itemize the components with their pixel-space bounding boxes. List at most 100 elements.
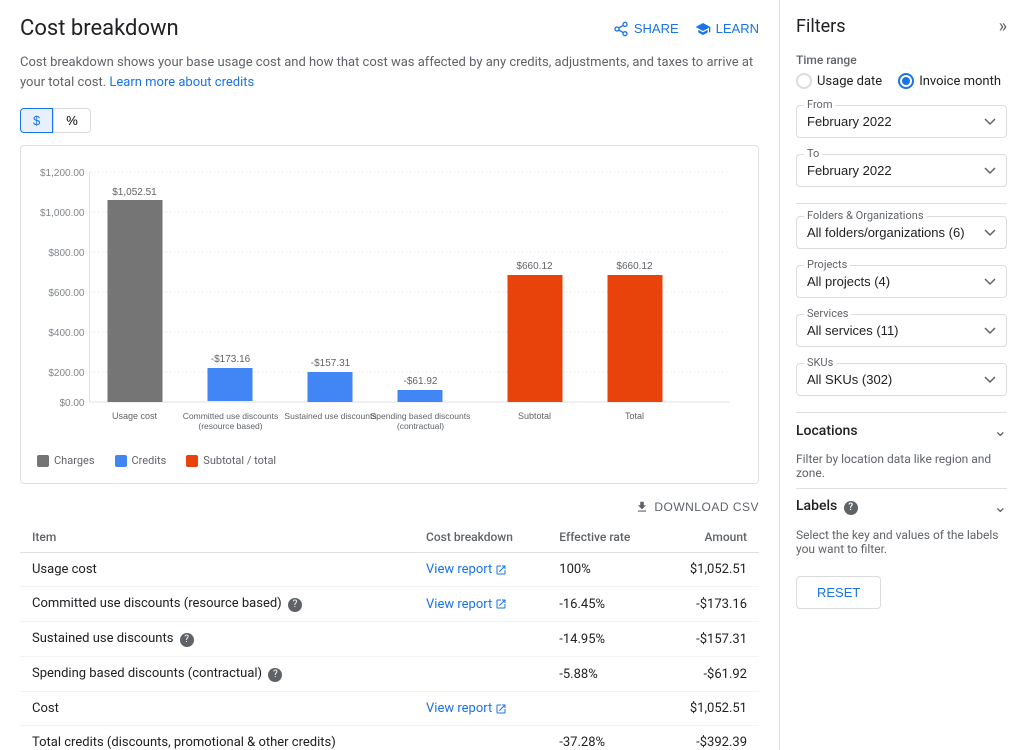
table-row: Cost View report $1,052.51 <box>20 692 759 726</box>
rate-usage-cost: 100% <box>547 553 661 587</box>
page-title: Cost breakdown <box>20 16 179 41</box>
labels-title: Labels ? <box>796 498 858 515</box>
download-label: DOWNLOAD CSV <box>654 500 759 514</box>
to-wrapper: To February 2022 <box>796 154 1007 187</box>
svg-text:$200.00: $200.00 <box>48 368 85 379</box>
learn-button[interactable]: LEARN <box>695 21 759 37</box>
locations-chevron-icon: ⌄ <box>994 421 1007 440</box>
charges-label: Charges <box>54 454 95 467</box>
filters-sidebar: Filters » Time range Usage date Invoice … <box>779 0 1023 750</box>
bar-committed <box>208 368 253 401</box>
locations-header[interactable]: Locations ⌄ <box>796 412 1007 448</box>
download-row: DOWNLOAD CSV <box>20 500 759 514</box>
svg-text:-$61.92: -$61.92 <box>404 376 438 387</box>
svg-text:Sustained use discounts: Sustained use discounts <box>284 411 376 421</box>
cb-sustained <box>414 622 547 657</box>
svg-text:$1,200.00: $1,200.00 <box>40 168 85 179</box>
amount-total-credits: -$392.39 <box>661 726 759 750</box>
item-usage-cost: Usage cost <box>20 553 414 587</box>
projects-section: Projects All projects (4) <box>796 265 1007 298</box>
view-report-link[interactable]: View report <box>426 701 535 716</box>
svg-text:-$173.16: -$173.16 <box>211 354 251 365</box>
rate-total-credits: -37.28% <box>547 726 661 750</box>
skus-section: SKUs All SKUs (302) <box>796 363 1007 396</box>
table-row: Spending based discounts (contractual) ?… <box>20 657 759 692</box>
locations-body: Filter by location data like region and … <box>796 448 1007 488</box>
subtotal-total-label: Subtotal / total <box>203 454 276 467</box>
usage-date-radio[interactable]: Usage date <box>796 73 882 89</box>
chart-container: $1,200.00 $1,000.00 $800.00 $600.00 $400… <box>20 145 759 484</box>
svg-text:$0.00: $0.00 <box>59 398 84 409</box>
cb-usage-cost: View report <box>414 553 547 587</box>
usage-date-radio-outer <box>796 73 812 89</box>
reset-section: RESET <box>796 564 1007 609</box>
from-section: From February 2022 <box>796 105 1007 138</box>
reset-button[interactable]: RESET <box>796 576 881 609</box>
bar-chart: $1,200.00 $1,000.00 $800.00 $600.00 $400… <box>37 162 742 442</box>
legend-charges: Charges <box>37 454 95 467</box>
amount-usage-cost: $1,052.51 <box>661 553 759 587</box>
svg-text:$800.00: $800.00 <box>48 248 85 259</box>
share-icon <box>613 21 629 37</box>
percent-button[interactable]: % <box>53 108 91 133</box>
cost-breakdown-table: Item Cost breakdown Effective rate Amoun… <box>20 522 759 750</box>
sidebar-title: Filters <box>796 16 846 37</box>
from-wrapper: From February 2022 <box>796 105 1007 138</box>
view-report-link[interactable]: View report <box>426 562 535 577</box>
svg-text:-$157.31: -$157.31 <box>311 358 351 369</box>
to-select[interactable]: February 2022 <box>796 154 1007 187</box>
table-row: Total credits (discounts, promotional & … <box>20 726 759 750</box>
svg-text:Spending based discounts: Spending based discounts <box>371 411 471 421</box>
collapse-sidebar-button[interactable]: » <box>999 16 1007 37</box>
external-link-icon <box>495 598 507 610</box>
folders-wrapper: Folders & Organizations All folders/orga… <box>796 216 1007 249</box>
legend-subtotal-total: Subtotal / total <box>186 454 276 467</box>
folders-label: Folders & Organizations <box>804 209 927 222</box>
item-cost: Cost <box>20 692 414 726</box>
page-header: Cost breakdown SHARE LEARN <box>20 16 759 41</box>
invoice-month-radio-inner <box>902 77 910 85</box>
item-sustained: Sustained use discounts ? <box>20 622 414 657</box>
help-icon[interactable]: ? <box>268 668 282 682</box>
dollar-button[interactable]: $ <box>20 108 53 133</box>
labels-header[interactable]: Labels ? ⌄ <box>796 488 1007 524</box>
svg-text:Total: Total <box>625 411 644 421</box>
item-total-credits: Total credits (discounts, promotional & … <box>20 726 414 750</box>
external-link-icon <box>495 564 507 576</box>
share-button[interactable]: SHARE <box>613 21 679 37</box>
bar-total <box>608 275 663 402</box>
services-section: Services All services (11) <box>796 314 1007 347</box>
amount-cost: $1,052.51 <box>661 692 759 726</box>
learn-more-link[interactable]: Learn more about credits <box>109 75 254 90</box>
view-report-link[interactable]: View report <box>426 597 535 612</box>
charges-dot <box>37 455 49 467</box>
invoice-month-radio[interactable]: Invoice month <box>898 73 1001 89</box>
help-icon[interactable]: ? <box>288 598 302 612</box>
amount-spending: -$61.92 <box>661 657 759 692</box>
locations-desc: Filter by location data like region and … <box>796 452 991 480</box>
to-section: To February 2022 <box>796 154 1007 187</box>
col-effective-rate: Effective rate <box>547 522 661 553</box>
col-cost-breakdown: Cost breakdown <box>414 522 547 553</box>
item-committed: Committed use discounts (resource based)… <box>20 587 414 622</box>
svg-text:$1,052.51: $1,052.51 <box>112 187 157 198</box>
folders-section: Folders & Organizations All folders/orga… <box>796 216 1007 249</box>
download-csv-button[interactable]: DOWNLOAD CSV <box>635 500 759 514</box>
labels-help-icon[interactable]: ? <box>844 501 858 515</box>
svg-text:$1,000.00: $1,000.00 <box>40 208 85 219</box>
locations-title: Locations <box>796 423 858 439</box>
labels-chevron-icon: ⌄ <box>994 497 1007 516</box>
svg-text:Subtotal: Subtotal <box>518 411 551 421</box>
table-row: Sustained use discounts ? -14.95% -$157.… <box>20 622 759 657</box>
projects-wrapper: Projects All projects (4) <box>796 265 1007 298</box>
svg-text:(contractual): (contractual) <box>397 421 444 431</box>
sidebar-header: Filters » <box>796 16 1007 37</box>
svg-text:$400.00: $400.00 <box>48 328 85 339</box>
invoice-month-radio-outer <box>898 73 914 89</box>
rate-sustained: -14.95% <box>547 622 661 657</box>
svg-text:Usage cost: Usage cost <box>112 411 158 421</box>
help-icon[interactable]: ? <box>180 633 194 647</box>
item-spending: Spending based discounts (contractual) ? <box>20 657 414 692</box>
bar-usage-cost <box>108 200 163 402</box>
labels-body: Select the key and values of the labels … <box>796 524 1007 564</box>
